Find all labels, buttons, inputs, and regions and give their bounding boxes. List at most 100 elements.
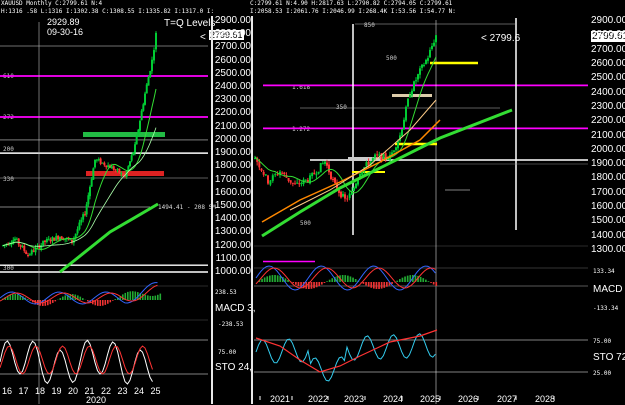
left-price-tick: 1100.00 xyxy=(208,253,251,264)
right-candle xyxy=(265,174,267,175)
left-candle xyxy=(29,254,31,255)
right-macd-bar xyxy=(326,281,328,282)
right-year-label: 2021 xyxy=(270,394,290,404)
right-candle xyxy=(274,174,276,175)
right-year-label: 2028 xyxy=(535,394,555,404)
right-candle xyxy=(409,95,411,97)
left-macd-bar xyxy=(80,297,82,300)
right-macd-bar xyxy=(430,282,432,283)
left-price-tick: 2300.00 xyxy=(208,94,251,105)
left-candle xyxy=(78,223,80,230)
left-candle xyxy=(102,163,104,164)
left-macd-bar xyxy=(100,300,102,306)
right-candle xyxy=(334,178,336,183)
left-candle xyxy=(118,169,120,174)
left-candle xyxy=(69,239,71,240)
left-candle xyxy=(94,160,96,168)
left-candle xyxy=(89,187,91,196)
right-candle xyxy=(376,154,378,155)
right-macd-bar xyxy=(261,279,263,282)
left-price-tick: 1300.00 xyxy=(208,226,251,237)
left-macd-bar xyxy=(130,291,132,300)
right-candle xyxy=(401,129,403,136)
left-candle xyxy=(50,240,52,242)
right-macd-bar xyxy=(316,282,318,287)
right-macd-bar xyxy=(311,282,313,289)
right-candle xyxy=(332,179,334,180)
left-candle xyxy=(136,136,138,145)
left-candle xyxy=(25,252,27,254)
left-candle xyxy=(127,166,129,170)
left-macd-bar xyxy=(50,300,52,304)
left-macd-bar xyxy=(110,300,112,302)
right-macd-bar xyxy=(277,275,279,282)
left-macd-bar xyxy=(160,294,162,300)
left-price-tick: 2500.00 xyxy=(208,68,251,79)
right-macd-bar xyxy=(391,282,393,284)
right-macd-bar xyxy=(378,282,380,289)
right-candle xyxy=(330,172,332,179)
right-candle xyxy=(300,183,302,184)
right-candle xyxy=(349,194,351,198)
left-price-tick: 1900.00 xyxy=(208,147,251,158)
left-price-tick: 2200.00 xyxy=(208,107,251,118)
left-candle xyxy=(144,94,146,105)
left-candle xyxy=(129,161,131,166)
right-macd-bar xyxy=(376,282,378,289)
left-year-label: 20 xyxy=(68,386,78,396)
left-macd-bar xyxy=(17,294,19,300)
left-candle xyxy=(20,245,22,247)
right-macd-bar xyxy=(363,282,365,284)
left-macd-bar xyxy=(152,296,154,300)
right-candle xyxy=(258,162,260,168)
right-macd-bar xyxy=(407,276,409,282)
left-year-label: 17 xyxy=(19,386,29,396)
right-macd-bar xyxy=(264,277,266,282)
right-candle xyxy=(393,151,395,152)
left-macd-bar xyxy=(45,300,47,306)
right-candle xyxy=(385,153,387,158)
right-candle xyxy=(294,183,296,184)
left-candle xyxy=(23,246,25,251)
left-macd-bar xyxy=(102,300,104,306)
right-candle xyxy=(324,161,326,163)
left-candle xyxy=(120,173,122,174)
left-price-tick: 1000.00 xyxy=(208,266,251,277)
left-sto-line xyxy=(0,340,153,384)
left-macd-bar xyxy=(147,295,149,300)
right-price-tick: 1500.00 xyxy=(591,215,625,226)
left-price-tick: 2900.00 xyxy=(208,15,251,26)
right-candle xyxy=(283,173,285,174)
left-candle xyxy=(57,236,59,239)
left-candle xyxy=(141,111,143,121)
left-candle xyxy=(91,179,93,186)
right-candle xyxy=(413,81,415,91)
right-macd-bar xyxy=(355,279,357,282)
right-macd-bar xyxy=(422,278,424,282)
left-candle xyxy=(117,169,119,170)
right-candle xyxy=(378,155,380,156)
left-candle xyxy=(21,246,23,247)
right-candle xyxy=(374,155,376,158)
left-price-tick: 1600.00 xyxy=(208,187,251,198)
left-candle xyxy=(42,241,44,246)
right-candle xyxy=(298,183,300,184)
right-candle xyxy=(429,50,431,57)
left-candle xyxy=(153,50,155,60)
right-price-tick: 1300.00 xyxy=(591,244,625,255)
right-candle xyxy=(340,192,342,198)
right-candle xyxy=(272,175,274,181)
right-macd-bar xyxy=(298,282,300,286)
left-year-label: 19 xyxy=(52,386,62,396)
left-candle xyxy=(100,159,102,164)
right-candle xyxy=(281,173,283,174)
right-orange-ma xyxy=(262,120,440,222)
right-macd-bar xyxy=(352,278,354,282)
left-macd-bar xyxy=(52,300,54,303)
left-year-label: 23 xyxy=(118,386,128,396)
left-candle xyxy=(82,214,84,220)
chart-canvas[interactable] xyxy=(0,0,625,404)
left-candle xyxy=(149,71,151,77)
right-candle xyxy=(267,175,269,183)
right-price-tick: 2000.00 xyxy=(591,144,625,155)
